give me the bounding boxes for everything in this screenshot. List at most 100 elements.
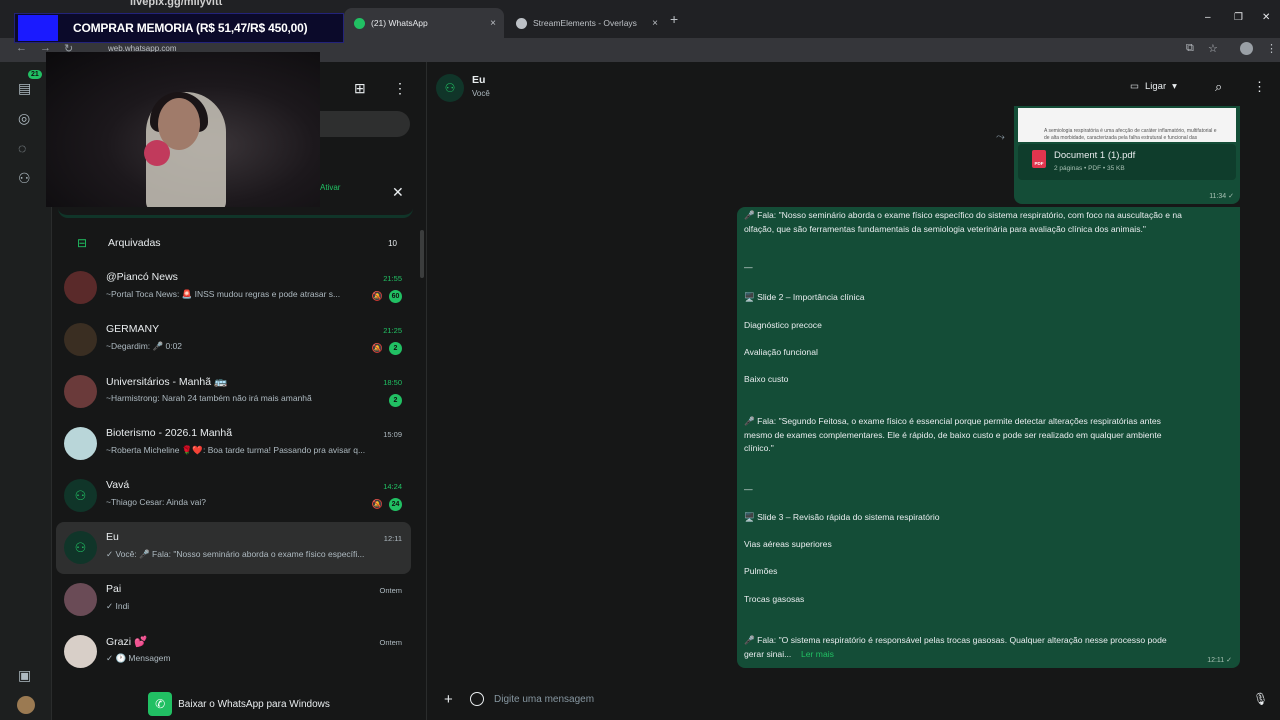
chat-row[interactable]: ⚇ Eu 12:11 ✓ Você: 🎤 Fala: "Nosso seminário… [56,522,411,574]
message-time: 12:11 ✓ [1207,657,1232,664]
chat-time: 21:25 [383,326,402,335]
chat-name: Eu [106,531,119,543]
archived-count: 10 [388,238,397,248]
message-line: 🎤 Fala: "O sistema respiratório é respon… [744,635,1167,645]
message-line: mesmo de exames complementares. Ele é rá… [744,430,1162,440]
channels-icon[interactable]: ◌ [18,140,26,156]
message-line: 🖥️ Slide 2 – Importância clínica [744,292,865,302]
call-button[interactable]: ▭ Ligar ▾ [1120,75,1187,97]
tab-streamelements[interactable]: StreamElements - Overlays × [506,8,666,38]
chat-name: Universitários - Manhã 🚌 [106,376,228,388]
close-notification-icon[interactable]: ✕ [392,184,404,201]
group-avatar-icon[interactable]: ⚇ [64,531,97,564]
chat-row[interactable]: ⚇ Vavá 14:24 ~Thiago Cesar: Ainda vai? 🔕 24 [56,470,411,522]
message-time: 11:34 ✓ [1209,193,1234,200]
stream-link-text: livepix.gg/milyvitt [130,0,223,8]
chat-name: GERMANY [106,323,160,335]
communities-icon[interactable]: ⚇ [18,170,31,187]
avatar[interactable] [64,427,97,460]
archive-icon: ⊟ [76,236,88,250]
chevron-down-icon: ▾ [1172,80,1177,92]
chat-row[interactable]: Grazi 💕 Ontem ✓ 🕐 Mensagem [56,626,411,678]
avatar[interactable] [64,583,97,616]
goal-progress-block [18,15,58,41]
download-app-banner[interactable]: ✆ Baixar o WhatsApp para Windows [52,688,426,720]
new-tab-button[interactable]: + [670,11,678,27]
stream-goal-bar: COMPRAR MEMORIA (R$ 51,47/R$ 450,00) [14,13,344,43]
video-camera-icon: ▭ [1130,80,1139,92]
chat-preview: ✓ Indi [106,601,130,611]
chat-name: Vavá [106,479,130,491]
chat-row[interactable]: @Piancó News 21:55 ~Portal Toca News: 🚨 IN… [56,262,411,314]
chat-row[interactable]: GERMANY 21:25 ~Degardim: 🎤 0:02 🔕 2 [56,314,411,366]
close-window-button[interactable]: ✕ [1262,12,1270,23]
enable-notifications-link[interactable]: Ativar [320,183,340,192]
notification-banner-edge [58,206,413,218]
tab-whatsapp[interactable]: (21) WhatsApp × [344,8,504,38]
document-thumbnail[interactable]: A semiologia respiratória é uma afecção … [1018,108,1236,142]
chat-list-scrollbar[interactable] [420,230,424,278]
message-line: Vias aéreas superiores [744,539,832,549]
document-meta: 2 páginas • PDF • 35 KB [1054,165,1125,172]
avatar[interactable] [64,635,97,668]
browser-menu-icon[interactable]: ⋮ [1266,42,1277,55]
avatar[interactable] [64,323,97,356]
tab-close-icon[interactable]: × [652,18,658,29]
message-line: Diagnóstico precoce [744,320,822,330]
chat-name: Pai [106,583,122,595]
archived-label: Arquivadas [108,237,161,249]
back-button[interactable]: ← [16,42,27,54]
my-avatar[interactable] [17,696,35,714]
profile-avatar[interactable] [1240,42,1253,55]
chat-preview: ~Thiago Cesar: Ainda vai? [106,497,206,507]
conversation-subtitle: Você [472,89,490,98]
doc-preview-line: de alta morbidade, caracterizada pela fa… [1044,135,1198,141]
chats-icon[interactable]: ▤ [18,80,31,97]
webcam-overlay [46,52,320,207]
attach-plus-icon[interactable]: + [444,691,453,708]
maximize-button[interactable]: ❐ [1234,12,1243,23]
whatsapp-favicon-icon [354,17,365,29]
media-icon[interactable]: ▣ [18,667,31,684]
webcam-microphone [144,140,170,166]
unread-badge: 21 [28,70,42,79]
new-chat-icon[interactable]: ⊞ [354,80,366,97]
tab-close-icon[interactable]: × [490,18,496,29]
chat-time: 21:55 [383,274,402,283]
document-name[interactable]: Document 1 (1).pdf [1054,150,1135,161]
message-line: Baixo custo [744,374,789,384]
conversation-title[interactable]: Eu [472,74,485,86]
message-line: Trocas gasosas [744,594,805,604]
search-icon[interactable]: ⌕ [1215,79,1222,95]
minimize-button[interactable]: – [1205,12,1211,23]
chat-row[interactable]: Pai Ontem ✓ Indi [56,574,411,626]
status-icon[interactable]: ◎ [18,110,30,127]
install-app-icon[interactable]: ⧉ [1186,42,1194,55]
whatsapp-logo-icon: ✆ [148,692,173,716]
call-label: Ligar [1144,80,1167,92]
message-line: 🎤 Fala: "Segundo Feitosa, o exame físico… [744,416,1161,426]
message-input[interactable]: Digite uma mensagem [494,694,594,705]
bookmark-star-icon[interactable]: ☆ [1208,42,1218,55]
message-line: 🖥️ Slide 3 – Revisão rápida do sistema r… [744,512,940,522]
microphone-icon[interactable]: 🎙 [1253,692,1268,706]
chat-row[interactable]: Bioterismo - 2026.1 Manhã 15:09 ~Roberta M… [56,418,411,470]
chat-row[interactable]: Universitários - Manhã 🚌 18:50 ~Harmistron… [56,366,411,418]
menu-icon[interactable]: ⋮ [393,80,407,97]
avatar[interactable] [64,375,97,408]
chat-name: Bioterismo - 2026.1 Manhã [106,427,233,439]
archived-row[interactable]: ⊟ Arquivadas 10 [56,228,411,258]
emoji-icon[interactable] [470,692,484,706]
forward-icon[interactable]: ⤳ [996,131,1005,144]
pdf-icon: PDF [1032,150,1046,168]
goal-text: COMPRAR MEMORIA (R$ 51,47/R$ 450,00) [73,21,308,35]
message-bubble[interactable]: 🎤 Fala: "Nosso seminário aborda o exame … [737,207,1240,668]
chat-time: Ontem [379,638,402,647]
read-more-link[interactable]: Ler mais [801,648,834,662]
message-line: Pulmões [744,566,778,576]
group-avatar-icon[interactable]: ⚇ [436,74,464,102]
search-input[interactable] [318,111,410,137]
more-options-icon[interactable]: ⋮ [1253,79,1266,95]
group-avatar-icon[interactable]: ⚇ [64,479,97,512]
avatar[interactable] [64,271,97,304]
